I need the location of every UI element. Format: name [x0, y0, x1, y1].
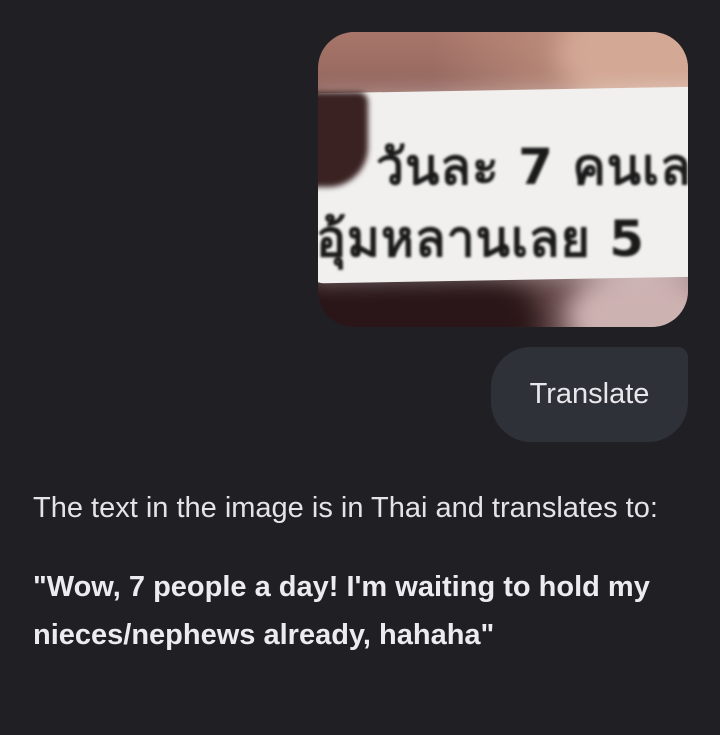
image-background-blur [568, 272, 688, 327]
chat-screen: วันละ 7 คนเล อุ้มหลานเลย 5 Translate The… [0, 0, 720, 735]
user-message-text: Translate [529, 378, 650, 410]
image-sign-text-line2: อุ้มหลานเลย 5 [318, 210, 646, 268]
assistant-response: The text in the image is in Thai and tra… [33, 484, 703, 659]
user-uploaded-image[interactable]: วันละ 7 คนเล อุ้มหลานเลย 5 [318, 32, 688, 327]
response-translation: "Wow, 7 people a day! I'm waiting to hol… [33, 571, 650, 651]
user-message-bubble[interactable]: Translate [491, 347, 688, 442]
image-sign-text-line1: วันละ 7 คนเล [376, 138, 688, 196]
response-intro: The text in the image is in Thai and tra… [33, 492, 658, 524]
